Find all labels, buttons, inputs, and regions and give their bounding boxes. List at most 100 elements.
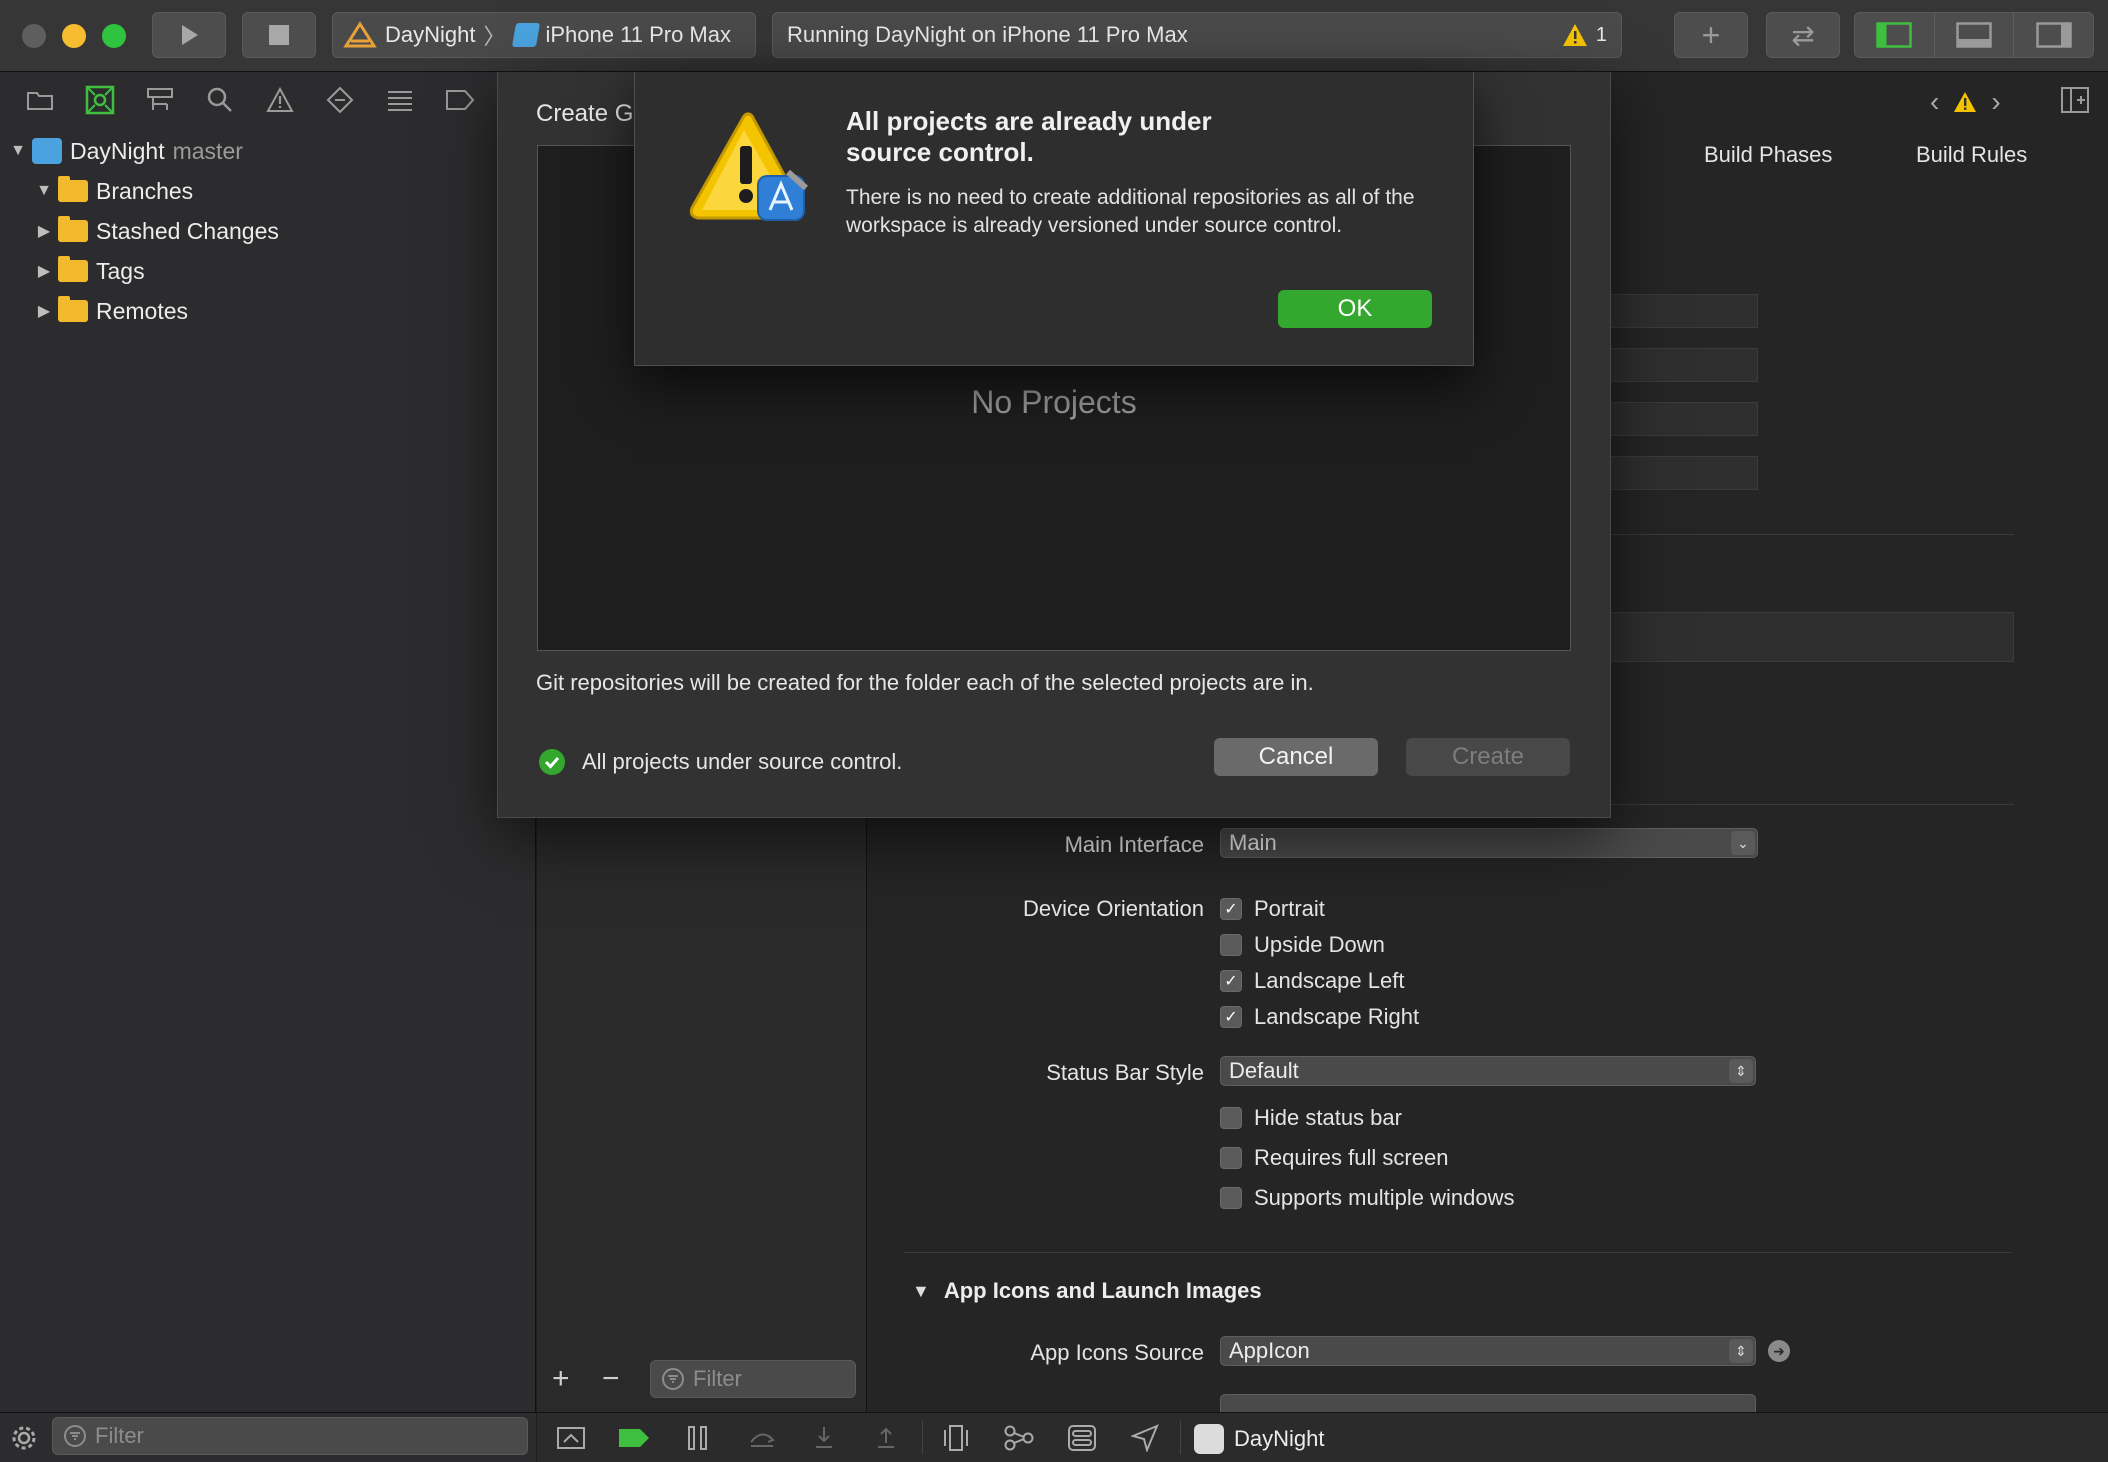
zoom-window-button[interactable]: [102, 24, 126, 48]
main-interface-combobox[interactable]: Main ⌄: [1220, 828, 1758, 858]
right-panel-icon: [2035, 22, 2072, 48]
add-target-button[interactable]: +: [552, 1362, 570, 1396]
step-into-button[interactable]: [808, 1425, 840, 1451]
checkbox-checked[interactable]: ✓: [1220, 898, 1242, 920]
orientation-upside-down[interactable]: Upside Down: [1220, 932, 1385, 958]
chevron-right-icon[interactable]: ›: [1991, 86, 2000, 118]
debug-view-hierarchy-button[interactable]: [940, 1425, 972, 1451]
tab-project-navigator[interactable]: [10, 80, 70, 120]
add-editor-button[interactable]: [2060, 86, 2090, 120]
up-down-chevron-icon[interactable]: ⇕: [1729, 1339, 1753, 1363]
code-review-button[interactable]: ⇄: [1766, 12, 1840, 58]
disclosure-right-icon[interactable]: ▶: [30, 261, 58, 281]
toggle-navigator-button[interactable]: [1855, 13, 1935, 57]
tab-breakpoint-navigator[interactable]: [430, 80, 490, 120]
checkbox-checked[interactable]: ✓: [1220, 970, 1242, 992]
app-icons-source-select[interactable]: AppIcon ⇕: [1220, 1336, 1756, 1366]
divider: [1600, 534, 2014, 535]
toggle-debug-area-button[interactable]: [1935, 13, 2015, 57]
tab-symbol-navigator[interactable]: [130, 80, 190, 120]
warning-count: 1: [1595, 23, 1607, 46]
warning-icon[interactable]: [1953, 91, 1977, 113]
checkbox-unchecked[interactable]: [1220, 934, 1242, 956]
tab-debug-navigator[interactable]: [370, 80, 430, 120]
targets-filter-input[interactable]: Filter: [650, 1360, 856, 1398]
pause-button[interactable]: [682, 1425, 714, 1451]
run-button[interactable]: [152, 12, 226, 58]
remove-target-button[interactable]: −: [602, 1362, 620, 1396]
minimize-window-button[interactable]: [62, 24, 86, 48]
scheme-selector[interactable]: DayNight 〉 iPhone 11 Pro Max: [332, 12, 756, 58]
diamond-icon: [326, 86, 354, 114]
option-supports-multiple-windows[interactable]: Supports multiple windows: [1220, 1185, 1514, 1211]
checkbox-unchecked[interactable]: [1220, 1107, 1242, 1129]
section-header-app-icons[interactable]: ▼ App Icons and Launch Images: [912, 1278, 1262, 1304]
checkbox-unchecked[interactable]: [1220, 1147, 1242, 1169]
location-arrow-icon: [1131, 1424, 1159, 1452]
create-button[interactable]: Create: [1406, 738, 1570, 776]
status-bar-style-select[interactable]: Default ⇕: [1220, 1056, 1756, 1086]
plus-icon: +: [1701, 16, 1721, 53]
breakpoints-toggle-button[interactable]: [618, 1425, 650, 1451]
checkbox-label: Portrait: [1254, 896, 1325, 921]
environment-overrides-button[interactable]: [1066, 1425, 1098, 1451]
tab-test-navigator[interactable]: [310, 80, 370, 120]
orientation-landscape-left[interactable]: ✓ Landscape Left: [1220, 968, 1404, 994]
tab-build-rules[interactable]: Build Rules: [1916, 142, 2027, 168]
activity-status-text: Running DayNight on iPhone 11 Pro Max: [787, 22, 1188, 47]
launch-screen-select[interactable]: [1220, 1394, 1756, 1412]
option-requires-full-screen[interactable]: Requires full screen: [1220, 1145, 1448, 1171]
tree-row-branches[interactable]: ▼ Branches: [0, 171, 193, 211]
chevron-down-icon[interactable]: ⌄: [1731, 831, 1755, 855]
repository-icon: [32, 138, 62, 164]
identity-field[interactable]: [1600, 348, 1758, 382]
search-icon: [207, 87, 232, 112]
checkbox-unchecked[interactable]: [1220, 1187, 1242, 1209]
cancel-button[interactable]: Cancel: [1214, 738, 1378, 776]
tab-source-control-navigator[interactable]: [70, 80, 130, 120]
gear-icon[interactable]: [10, 1424, 38, 1458]
tree-row-remotes[interactable]: ▶ Remotes: [0, 291, 188, 331]
ok-button[interactable]: OK: [1278, 290, 1432, 328]
close-window-button[interactable]: [22, 24, 46, 48]
tab-build-phases[interactable]: Build Phases: [1704, 142, 1832, 168]
identity-field[interactable]: [1600, 456, 1758, 490]
tree-row-project[interactable]: ▼ DayNight master: [0, 131, 243, 171]
step-over-button[interactable]: [746, 1425, 778, 1451]
deployment-info-field[interactable]: [1600, 612, 2014, 662]
hide-debug-area-button[interactable]: [555, 1425, 587, 1451]
add-library-button[interactable]: +: [1674, 12, 1748, 58]
disclosure-down-icon[interactable]: ▼: [30, 182, 58, 200]
identity-field[interactable]: [1600, 294, 1758, 328]
navigator-filter-input[interactable]: Filter: [52, 1417, 528, 1455]
toggle-inspector-button[interactable]: [2014, 13, 2093, 57]
app-icons-source-value: AppIcon: [1229, 1338, 1310, 1363]
pause-icon: [688, 1426, 707, 1450]
stop-button[interactable]: [242, 12, 316, 58]
step-into-icon: [816, 1427, 832, 1448]
identity-field[interactable]: [1600, 402, 1758, 436]
simulate-location-button[interactable]: [1129, 1424, 1161, 1452]
chevron-left-icon[interactable]: ‹: [1930, 86, 1939, 118]
tree-row-stashed-changes[interactable]: ▶ Stashed Changes: [0, 211, 279, 251]
disclosure-down-icon[interactable]: ▼: [912, 1281, 930, 1302]
orientation-landscape-right[interactable]: ✓ Landscape Right: [1220, 1004, 1419, 1030]
tree-row-tags[interactable]: ▶ Tags: [0, 251, 145, 291]
step-out-button[interactable]: [870, 1425, 902, 1451]
arrow-circle-icon[interactable]: ➜: [1768, 1340, 1790, 1362]
disclosure-right-icon[interactable]: ▶: [30, 301, 58, 321]
checkmark-circle-icon: [539, 749, 565, 775]
tab-find-navigator[interactable]: [190, 80, 250, 120]
up-down-chevron-icon[interactable]: ⇕: [1729, 1059, 1753, 1083]
warning-icon[interactable]: [1562, 23, 1588, 47]
debug-target-selector[interactable]: DayNight: [1194, 1424, 1324, 1454]
checkbox-checked[interactable]: ✓: [1220, 1006, 1242, 1028]
orientation-portrait[interactable]: ✓ Portrait: [1220, 896, 1325, 922]
debug-memory-graph-button[interactable]: [1003, 1425, 1035, 1451]
disclosure-right-icon[interactable]: ▶: [30, 221, 58, 241]
option-hide-status-bar[interactable]: Hide status bar: [1220, 1105, 1402, 1131]
disclosure-down-icon[interactable]: ▼: [4, 142, 32, 160]
status-bar-style-label: Status Bar Style: [1046, 1060, 1204, 1085]
divider: [1180, 1420, 1181, 1454]
tab-issue-navigator[interactable]: [250, 80, 310, 120]
